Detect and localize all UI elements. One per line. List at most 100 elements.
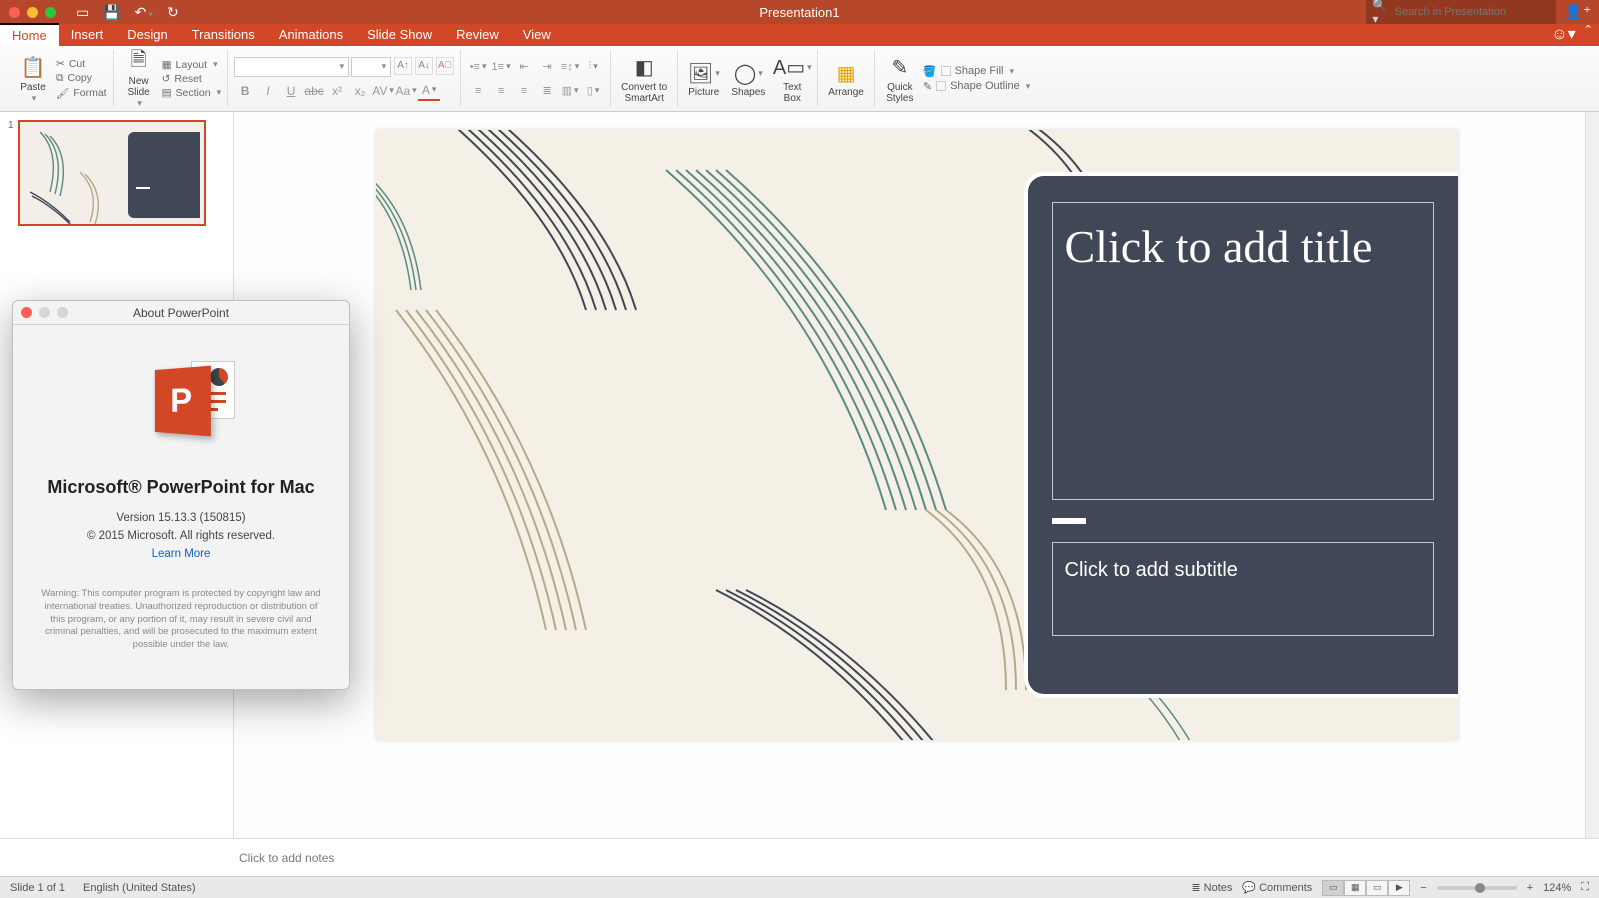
- shape-outline-button[interactable]: ✎Shape Outline▾: [923, 79, 1030, 94]
- copy-button[interactable]: ⧉Copy: [56, 71, 107, 86]
- align-left-button[interactable]: ≡: [467, 81, 489, 101]
- normal-view-button[interactable]: ▭: [1322, 880, 1344, 896]
- tab-review[interactable]: Review: [444, 24, 511, 46]
- strike-button[interactable]: abc: [303, 81, 325, 101]
- align-text-button[interactable]: ▯▾: [582, 81, 604, 101]
- picture-button[interactable]: 🖼︎▾Picture: [684, 59, 723, 98]
- subscript-button[interactable]: x₂: [349, 81, 371, 101]
- ribbon-tabs: Home Insert Design Transitions Animation…: [0, 24, 1599, 46]
- save-icon[interactable]: 💾: [103, 4, 120, 21]
- notes-pane[interactable]: Click to add notes: [0, 838, 1599, 876]
- slide-thumbnail-1[interactable]: [18, 120, 206, 226]
- ribbon: 📋 Paste ▾ ✂︎Cut ⧉Copy 🖌︎Format 🗎 New Sli…: [0, 46, 1599, 112]
- clear-format-button[interactable]: A⃠: [436, 57, 454, 75]
- tab-animations[interactable]: Animations: [267, 24, 355, 46]
- ribbon-group-convert: ◧ Convert to SmartArt: [611, 50, 678, 107]
- decrease-indent-button[interactable]: ⇤: [513, 57, 535, 77]
- font-name-combo[interactable]: ▾: [234, 57, 349, 77]
- numbering-button[interactable]: 1≡▾: [490, 57, 512, 77]
- shape-fill-button[interactable]: 🪣Shape Fill▾: [923, 64, 1030, 79]
- tab-insert[interactable]: Insert: [59, 24, 116, 46]
- tab-view[interactable]: View: [511, 24, 563, 46]
- about-warning: Warning: This computer program is protec…: [33, 588, 329, 652]
- italic-button[interactable]: I: [257, 81, 279, 101]
- font-size-combo[interactable]: ▾: [351, 57, 391, 77]
- section-button[interactable]: ▤Section▾: [162, 86, 221, 100]
- format-button[interactable]: 🖌︎Format: [56, 86, 107, 101]
- minimize-window-button[interactable]: [27, 7, 38, 18]
- zoom-out-button[interactable]: −: [1420, 882, 1426, 894]
- about-dialog: About PowerPoint P Microsoft® PowerPoint…: [12, 300, 350, 690]
- new-slide-icon: 🗎: [124, 48, 154, 76]
- pen-icon: ✎: [923, 80, 932, 93]
- subtitle-placeholder[interactable]: Click to add subtitle: [1052, 542, 1434, 636]
- comments-toggle[interactable]: 💬Comments: [1242, 881, 1312, 894]
- justify-button[interactable]: ≣: [536, 81, 558, 101]
- align-right-button[interactable]: ≡: [513, 81, 535, 101]
- tab-slideshow[interactable]: Slide Show: [355, 24, 444, 46]
- increase-indent-button[interactable]: ⇥: [536, 57, 558, 77]
- bullets-button[interactable]: •≡▾: [467, 57, 489, 77]
- maximize-window-button[interactable]: [45, 7, 56, 18]
- char-spacing-button[interactable]: AV▾: [372, 81, 394, 101]
- tab-transitions[interactable]: Transitions: [180, 24, 267, 46]
- font-color-button[interactable]: A▾: [418, 81, 440, 101]
- undo-icon[interactable]: ↶▾: [135, 4, 153, 21]
- tab-design[interactable]: Design: [115, 24, 179, 46]
- bold-button[interactable]: B: [234, 81, 256, 101]
- redo-icon[interactable]: ↻: [167, 4, 179, 21]
- zoom-slider[interactable]: [1437, 886, 1517, 890]
- close-window-button[interactable]: [9, 7, 20, 18]
- paste-label: Paste: [20, 82, 46, 93]
- tab-home[interactable]: Home: [0, 23, 59, 46]
- decrease-font-button[interactable]: A↓: [415, 57, 433, 75]
- slide[interactable]: Click to add title Click to add subtitle: [376, 130, 1458, 740]
- about-close-button[interactable]: [21, 307, 32, 318]
- underline-button[interactable]: U: [280, 81, 302, 101]
- file-icon[interactable]: ▭: [76, 4, 89, 21]
- status-bar: Slide 1 of 1 English (United States) ≣No…: [0, 876, 1599, 898]
- reset-button[interactable]: ↺Reset: [162, 72, 221, 86]
- line-spacing-button[interactable]: ≡↕▾: [559, 57, 581, 77]
- layout-button[interactable]: ▦Layout▾: [162, 58, 221, 72]
- slideshow-view-button[interactable]: ▶: [1388, 880, 1410, 896]
- text-direction-button[interactable]: ⫶▾: [582, 57, 604, 77]
- cut-button[interactable]: ✂︎Cut: [56, 57, 107, 71]
- title-placeholder[interactable]: Click to add title: [1052, 202, 1434, 500]
- about-version: Version 15.13.3 (150815): [116, 512, 245, 524]
- reading-view-button[interactable]: ▭: [1366, 880, 1388, 896]
- collapse-ribbon-icon[interactable]: ˆ: [1586, 24, 1591, 44]
- paste-button[interactable]: 📋 Paste ▾: [14, 54, 52, 104]
- new-slide-button[interactable]: 🗎 New Slide ▾: [120, 48, 158, 109]
- copy-icon: ⧉: [56, 72, 64, 85]
- arrange-button[interactable]: ▦Arrange: [824, 59, 868, 98]
- zoom-level[interactable]: 124%: [1543, 882, 1571, 894]
- notes-toggle[interactable]: ≣Notes: [1191, 881, 1232, 894]
- superscript-button[interactable]: x²: [326, 81, 348, 101]
- fit-to-window-button[interactable]: ⛶: [1581, 881, 1589, 894]
- feedback-icon[interactable]: ☺▾: [1551, 24, 1575, 44]
- vertical-scrollbar[interactable]: [1585, 112, 1599, 838]
- zoom-in-button[interactable]: +: [1527, 882, 1533, 894]
- thumb-number: 1: [8, 120, 14, 226]
- notes-placeholder[interactable]: Click to add notes: [234, 851, 334, 865]
- sorter-view-button[interactable]: ▦: [1344, 880, 1366, 896]
- share-icon[interactable]: 👤⁺: [1564, 3, 1591, 21]
- quick-styles-button[interactable]: ✎Quick Styles: [881, 54, 919, 104]
- ribbon-group-clipboard: 📋 Paste ▾ ✂︎Cut ⧉Copy 🖌︎Format: [8, 50, 114, 107]
- arrange-icon: ▦: [831, 59, 861, 87]
- align-center-button[interactable]: ≡: [490, 81, 512, 101]
- about-learn-more-link[interactable]: Learn More: [152, 548, 211, 560]
- change-case-button[interactable]: Aa▾: [395, 81, 417, 101]
- search-input[interactable]: [1395, 6, 1551, 18]
- search-icon: 🔍▾: [1372, 0, 1390, 26]
- textbox-button[interactable]: A▭▾Text Box: [773, 54, 811, 104]
- language-indicator[interactable]: English (United States): [83, 882, 196, 894]
- columns-button[interactable]: ▥▾: [559, 81, 581, 101]
- convert-smartart-button[interactable]: ◧ Convert to SmartArt: [617, 54, 671, 104]
- paste-icon: 📋: [18, 54, 48, 82]
- slide-counter: Slide 1 of 1: [10, 882, 65, 894]
- window-titlebar: ▭ 💾 ↶▾ ↻ Presentation1 🔍▾ 👤⁺: [0, 0, 1599, 24]
- shapes-button[interactable]: ◯▾Shapes: [727, 59, 769, 98]
- increase-font-button[interactable]: A↑: [394, 57, 412, 75]
